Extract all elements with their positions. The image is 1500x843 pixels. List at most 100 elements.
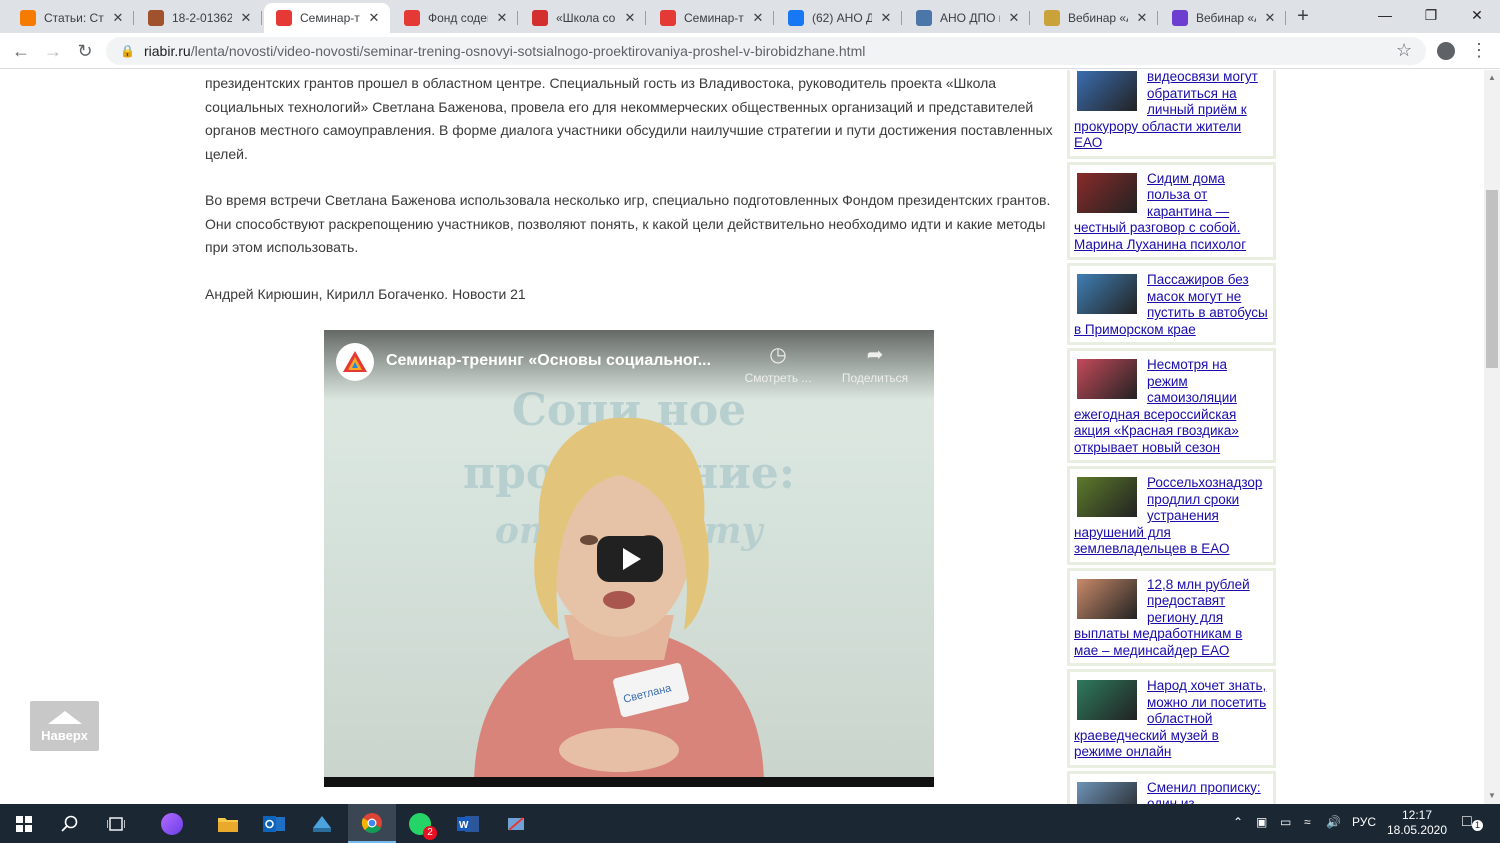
- browser-tab[interactable]: Статьи: Стат ✕: [8, 3, 134, 33]
- browser-tab[interactable]: Семинар-тр ✕: [648, 3, 774, 33]
- battery-icon[interactable]: ▭: [1280, 815, 1291, 829]
- kebab-menu-icon[interactable]: ⋮: [1470, 40, 1488, 61]
- tab-title: Фонд содей: [428, 11, 488, 25]
- channel-logo-icon[interactable]: [336, 343, 374, 381]
- avast-icon: [20, 10, 36, 26]
- browser-tab[interactable]: Вебинар «А ✕: [1032, 3, 1158, 33]
- video-player[interactable]: Соци ное проект ание: от иде екту Светла…: [324, 330, 934, 787]
- news-item[interactable]: Несмотря на режим самоизоляции ежегодная…: [1067, 348, 1276, 463]
- share-button[interactable]: ➦ Поделиться: [835, 342, 915, 385]
- word-icon[interactable]: W: [444, 804, 492, 843]
- close-tab-icon[interactable]: ✕: [110, 10, 126, 26]
- news-link-lead: 12,8 млн рублей предоставят региону для: [1147, 576, 1250, 625]
- browser-tab[interactable]: Вебинар «А ✕: [1160, 3, 1286, 33]
- news-item[interactable]: Народ хочет знать, можно ли посетить обл…: [1067, 669, 1276, 768]
- news-link-rest: честный разговор с собой. Марина Луханин…: [1074, 220, 1247, 252]
- tab-title: АНО ДПО и: [940, 11, 1000, 25]
- close-tab-icon[interactable]: ✕: [878, 10, 894, 26]
- article-paragraph: Во время встречи Светлана Баженова испол…: [205, 192, 1051, 255]
- language-indicator[interactable]: РУС: [1352, 815, 1376, 829]
- news-thumbnail[interactable]: [1077, 578, 1137, 619]
- close-tab-icon[interactable]: ✕: [1262, 10, 1278, 26]
- whatsapp-icon[interactable]: 2: [396, 804, 444, 843]
- alice-icon[interactable]: [148, 804, 196, 843]
- chrome-icon[interactable]: [348, 804, 396, 843]
- article-paragraph: президентских грантов прошел в областном…: [205, 75, 1053, 162]
- browser-tab[interactable]: «Школа соц ✕: [520, 3, 646, 33]
- task-view-icon[interactable]: [92, 804, 140, 843]
- system-clock[interactable]: 12:17 18.05.2020: [1384, 808, 1450, 838]
- reload-icon[interactable]: ↻: [72, 38, 98, 64]
- address-bar[interactable]: 🔒 riabir.ru/lenta/novosti/video-novosti/…: [106, 37, 1426, 65]
- news-item[interactable]: Сменил прописку: один из помеченных GPS-…: [1067, 770, 1276, 804]
- news-thumbnail[interactable]: [1077, 781, 1137, 804]
- news-item[interactable]: видеосвязи могут обратиться на личный пр…: [1067, 70, 1276, 159]
- wifi-icon[interactable]: ≈: [1304, 815, 1311, 829]
- scrollbar-thumb[interactable]: [1486, 190, 1498, 368]
- browser-tab[interactable]: (62) АНО Д ✕: [776, 3, 902, 33]
- triangle-logo-icon: [276, 10, 292, 26]
- volume-icon[interactable]: 🔊: [1326, 815, 1341, 829]
- news-thumbnail[interactable]: [1077, 172, 1137, 213]
- video-title[interactable]: Семинар-тренинг «Основы социальног...: [386, 352, 711, 370]
- tab-title: (62) АНО Д: [812, 11, 872, 25]
- news-item[interactable]: Россельхознадзор продлил сроки устранени…: [1067, 466, 1276, 565]
- forward-icon[interactable]: →: [40, 38, 66, 64]
- back-to-top-button[interactable]: Наверх: [30, 701, 99, 751]
- tab-separator: [773, 11, 774, 25]
- minimize-button[interactable]: —: [1362, 0, 1408, 30]
- webinar-icon: [1172, 10, 1188, 26]
- tool-icon[interactable]: [492, 804, 540, 843]
- page-content: президентских грантов прошел в областном…: [0, 70, 1500, 804]
- notifications-icon[interactable]: □ 1: [1462, 813, 1483, 831]
- news-thumbnail[interactable]: [1077, 359, 1137, 399]
- scroll-down-icon[interactable]: ▼: [1484, 788, 1500, 804]
- tray-device-icon[interactable]: ▣: [1256, 815, 1267, 829]
- back-icon[interactable]: ←: [8, 38, 34, 64]
- news-sidebar: видеосвязи могут обратиться на личный пр…: [1067, 70, 1276, 804]
- news-link-lead: Несмотря на режим самоизоляции: [1147, 357, 1237, 405]
- scroll-up-icon[interactable]: ▲: [1484, 70, 1500, 86]
- windows-taskbar: 2 W ⌃ ▣ ▭ ≈ 🔊 РУС 12:17 18.05.2020 □ 1: [0, 804, 1500, 843]
- close-tab-icon[interactable]: ✕: [366, 10, 382, 26]
- news-thumbnail[interactable]: [1077, 680, 1137, 720]
- news-link-rest: выплаты медработникам в мае – мединсайде…: [1074, 626, 1243, 658]
- play-button[interactable]: [597, 536, 663, 582]
- watch-later-button[interactable]: ◷ Смотреть ...: [738, 342, 818, 385]
- clock-time: 12:17: [1401, 808, 1433, 822]
- close-tab-icon[interactable]: ✕: [1134, 10, 1150, 26]
- close-tab-icon[interactable]: ✕: [622, 10, 638, 26]
- close-tab-icon[interactable]: ✕: [238, 10, 254, 26]
- tab-separator: [133, 11, 134, 25]
- new-tab-button[interactable]: +: [1292, 6, 1314, 28]
- close-window-button[interactable]: ✕: [1454, 0, 1500, 30]
- search-icon[interactable]: [46, 804, 94, 843]
- close-tab-icon[interactable]: ✕: [750, 10, 766, 26]
- news-item[interactable]: Сидим дома польза от карантина — честный…: [1067, 161, 1276, 260]
- profile-avatar-icon[interactable]: [1437, 42, 1455, 60]
- whatsapp-badge: 2: [423, 825, 437, 840]
- clock-icon: ◷: [769, 344, 787, 366]
- news-thumbnail[interactable]: [1077, 274, 1137, 314]
- start-icon[interactable]: [0, 804, 48, 843]
- news-item[interactable]: 12,8 млн рублей предоставят региону для …: [1067, 567, 1276, 666]
- app-icon[interactable]: [298, 804, 346, 843]
- maximize-button[interactable]: ❐: [1408, 0, 1454, 30]
- page-scrollbar[interactable]: ▲ ▼: [1484, 70, 1500, 804]
- svg-text:W: W: [459, 820, 469, 831]
- news-item[interactable]: Пассажиров без масок могут не пустить в …: [1067, 263, 1276, 345]
- browser-tab[interactable]: Семинар-тр ✕: [264, 3, 390, 33]
- share-arrow-icon: ➦: [866, 344, 884, 366]
- tab-separator: [261, 11, 262, 25]
- browser-tab[interactable]: АНО ДПО и ✕: [904, 3, 1030, 33]
- close-tab-icon[interactable]: ✕: [494, 10, 510, 26]
- tray-chevron-icon[interactable]: ⌃: [1233, 815, 1243, 829]
- file-explorer-icon[interactable]: [204, 804, 252, 843]
- bookmark-star-icon[interactable]: ☆: [1396, 40, 1412, 61]
- browser-tab[interactable]: 18-2-013627 ✕: [136, 3, 262, 33]
- outlook-icon[interactable]: [250, 804, 298, 843]
- news-thumbnail[interactable]: [1077, 71, 1137, 111]
- close-tab-icon[interactable]: ✕: [1006, 10, 1022, 26]
- news-thumbnail[interactable]: [1077, 477, 1137, 517]
- browser-tab[interactable]: Фонд содей ✕: [392, 3, 518, 33]
